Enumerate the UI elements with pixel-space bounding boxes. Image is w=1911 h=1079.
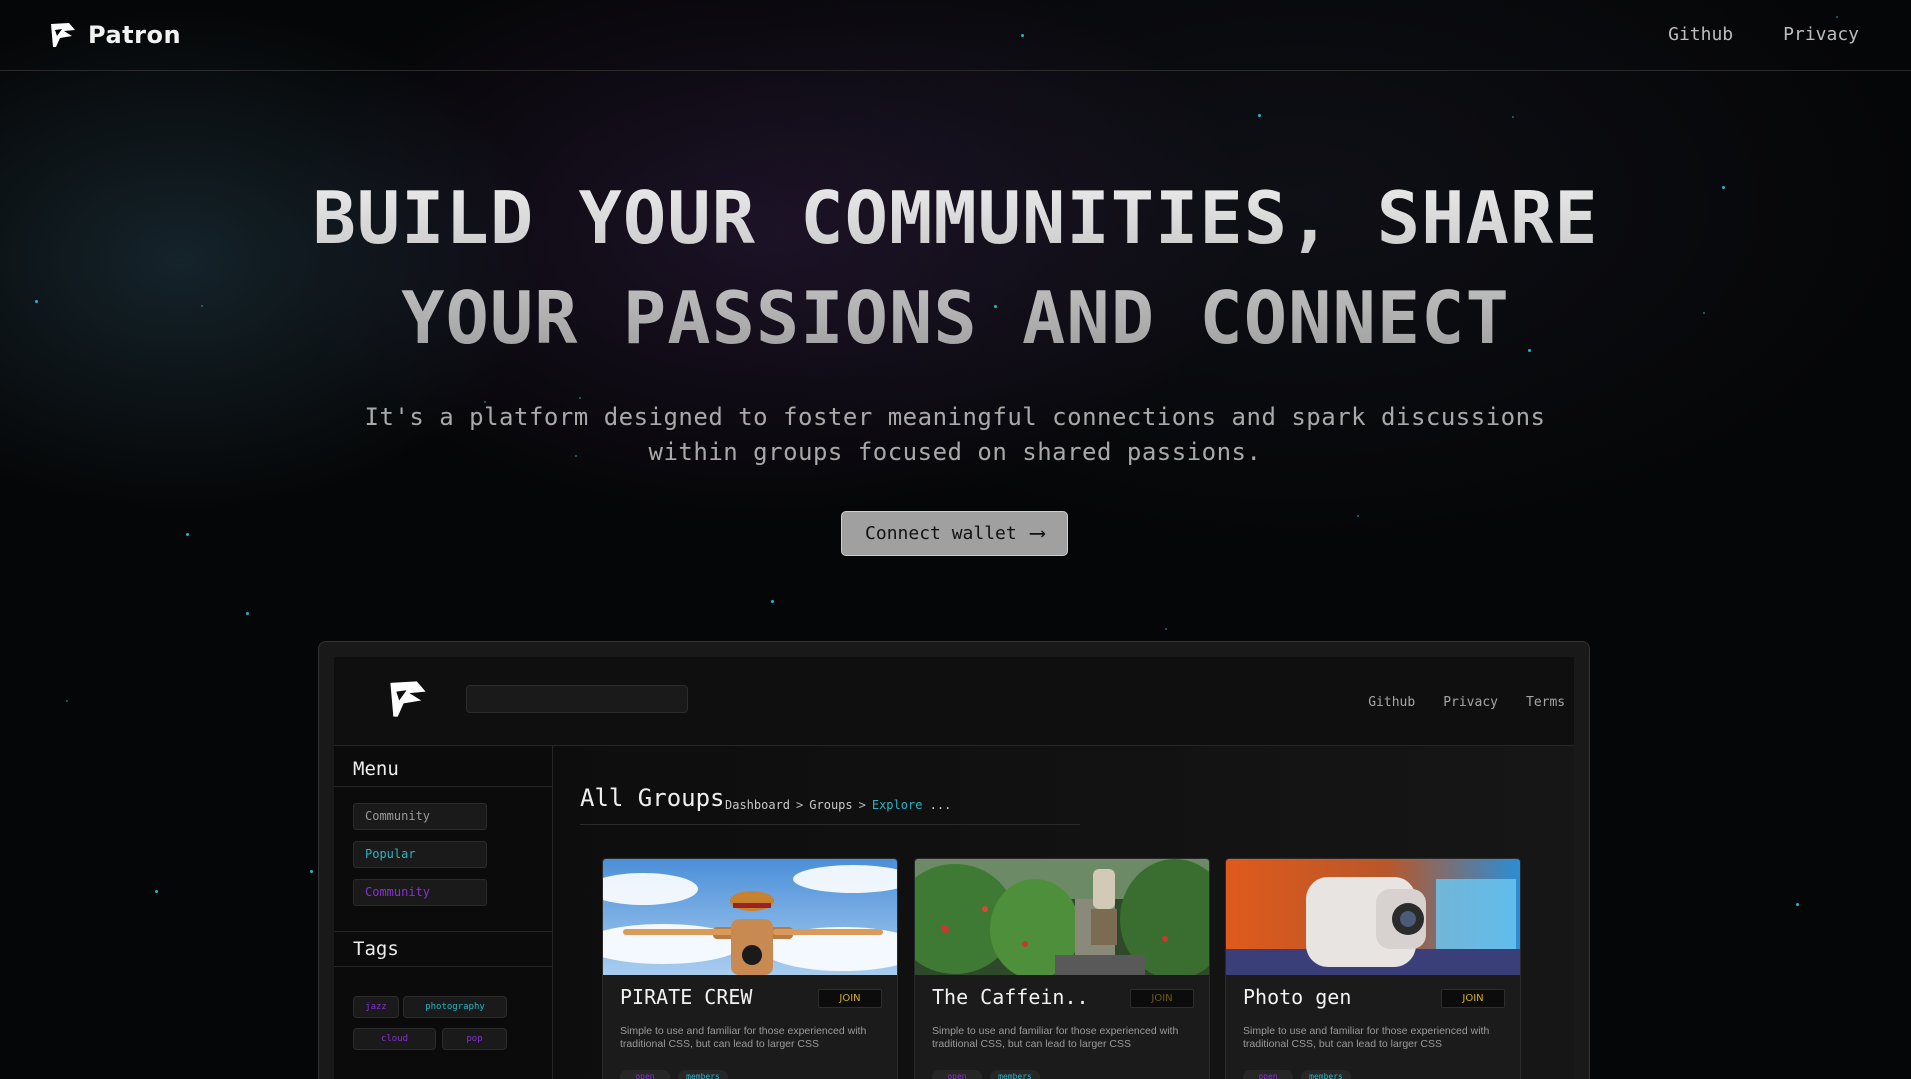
hero-title: BUILD YOUR COMMUNITIES, SHARE YOUR PASSI…	[0, 168, 1911, 368]
tag-cloud[interactable]: cloud	[353, 1028, 436, 1050]
card-tag-open[interactable]: open	[1243, 1070, 1293, 1079]
join-button[interactable]: JOIN	[818, 989, 882, 1008]
card-description: Simple to use and familiar for those exp…	[620, 1025, 867, 1050]
preview-header: Github Privacy Terms	[334, 657, 1574, 746]
menu-item-community-2[interactable]: Community	[353, 879, 487, 906]
card-description: Simple to use and familiar for those exp…	[932, 1025, 1179, 1050]
heading-divider	[580, 824, 1080, 825]
breadcrumb-explore[interactable]: Explore	[872, 798, 923, 812]
menu-title: Menu	[353, 758, 399, 780]
all-groups-heading: All Groups	[580, 784, 725, 812]
breadcrumb: Dashboard > Groups > Explore ...	[725, 798, 952, 812]
card-tag-members[interactable]: members	[1301, 1070, 1351, 1079]
tags-title: Tags	[353, 938, 399, 960]
group-card[interactable]: PIRATE CREW JOIN Simple to use and famil…	[602, 858, 898, 1079]
group-card[interactable]: The Caffein.. JOIN Simple to use and fam…	[914, 858, 1210, 1079]
breadcrumb-dashboard[interactable]: Dashboard	[725, 798, 790, 812]
card-title: PIRATE CREW	[620, 985, 753, 1009]
hero-title-line-1: BUILD YOUR COMMUNITIES, SHARE	[312, 176, 1599, 260]
top-navigation: Patron Github Privacy	[0, 0, 1911, 71]
card-tag-open[interactable]: open	[620, 1070, 670, 1079]
tags-divider	[334, 966, 552, 967]
breadcrumb-ellipsis: ...	[929, 798, 952, 812]
tag-jazz[interactable]: jazz	[353, 996, 399, 1018]
tag-pop[interactable]: pop	[442, 1028, 507, 1050]
preview-search-input[interactable]	[466, 685, 688, 713]
join-button[interactable]: JOIN	[1441, 989, 1505, 1008]
landing-page: Patron Github Privacy BUILD YOUR COMMUNI…	[0, 0, 1911, 1079]
nav-link-github[interactable]: Github	[1668, 24, 1733, 45]
app-preview-content: Github Privacy Terms Menu Community Popu…	[334, 657, 1574, 1079]
preview-sidebar: Menu Community Popular Community Tags ja…	[334, 746, 553, 1079]
hero-subtitle: It's a platform designed to foster meani…	[330, 400, 1580, 470]
join-button[interactable]: JOIN	[1130, 989, 1194, 1008]
hero-title-line-2: YOUR PASSIONS AND CONNECT	[401, 276, 1510, 360]
camera-image	[1226, 859, 1520, 975]
preview-link-terms[interactable]: Terms	[1526, 695, 1574, 710]
preview-link-privacy[interactable]: Privacy	[1443, 695, 1498, 710]
nav-links: Github Privacy	[1668, 24, 1859, 45]
menu-item-community[interactable]: Community	[353, 803, 487, 830]
nav-link-privacy[interactable]: Privacy	[1783, 24, 1859, 45]
preview-nav-links: Github Privacy Terms	[1368, 695, 1574, 710]
brand-name: Patron	[88, 21, 182, 49]
tag-photography[interactable]: photography	[403, 996, 507, 1018]
pirate-crew-image	[603, 859, 897, 975]
card-title: The Caffein..	[932, 985, 1089, 1009]
arrow-right-icon: ⟶	[1030, 520, 1044, 546]
brand[interactable]: Patron	[48, 20, 181, 50]
hero-subtitle-line-2: within groups focused on shared passions…	[648, 438, 1262, 466]
card-title: Photo gen	[1243, 985, 1352, 1009]
breadcrumb-groups[interactable]: Groups	[809, 798, 852, 812]
card-description: Simple to use and familiar for those exp…	[1243, 1025, 1490, 1050]
hero-subtitle-line-1: It's a platform designed to foster meani…	[364, 403, 1546, 431]
patron-logo-icon	[51, 23, 75, 47]
connect-wallet-label: Connect wallet	[865, 523, 1017, 544]
card-tag-members[interactable]: members	[678, 1070, 728, 1079]
preview-link-github[interactable]: Github	[1368, 695, 1415, 710]
tags-divider-top	[334, 931, 552, 932]
preview-logo-icon[interactable]	[386, 677, 430, 721]
connect-wallet-button[interactable]: Connect wallet ⟶	[841, 511, 1068, 556]
menu-item-popular[interactable]: Popular	[353, 841, 487, 868]
app-preview-window: Github Privacy Terms Menu Community Popu…	[318, 641, 1590, 1079]
menu-divider	[334, 786, 552, 787]
preview-main: All Groups Dashboard > Groups > Explore ...	[553, 746, 1574, 1079]
card-tag-open[interactable]: open	[932, 1070, 982, 1079]
card-tag-members[interactable]: members	[990, 1070, 1040, 1079]
greenhouse-image	[915, 859, 1209, 975]
group-card[interactable]: Photo gen JOIN Simple to use and familia…	[1225, 858, 1521, 1079]
